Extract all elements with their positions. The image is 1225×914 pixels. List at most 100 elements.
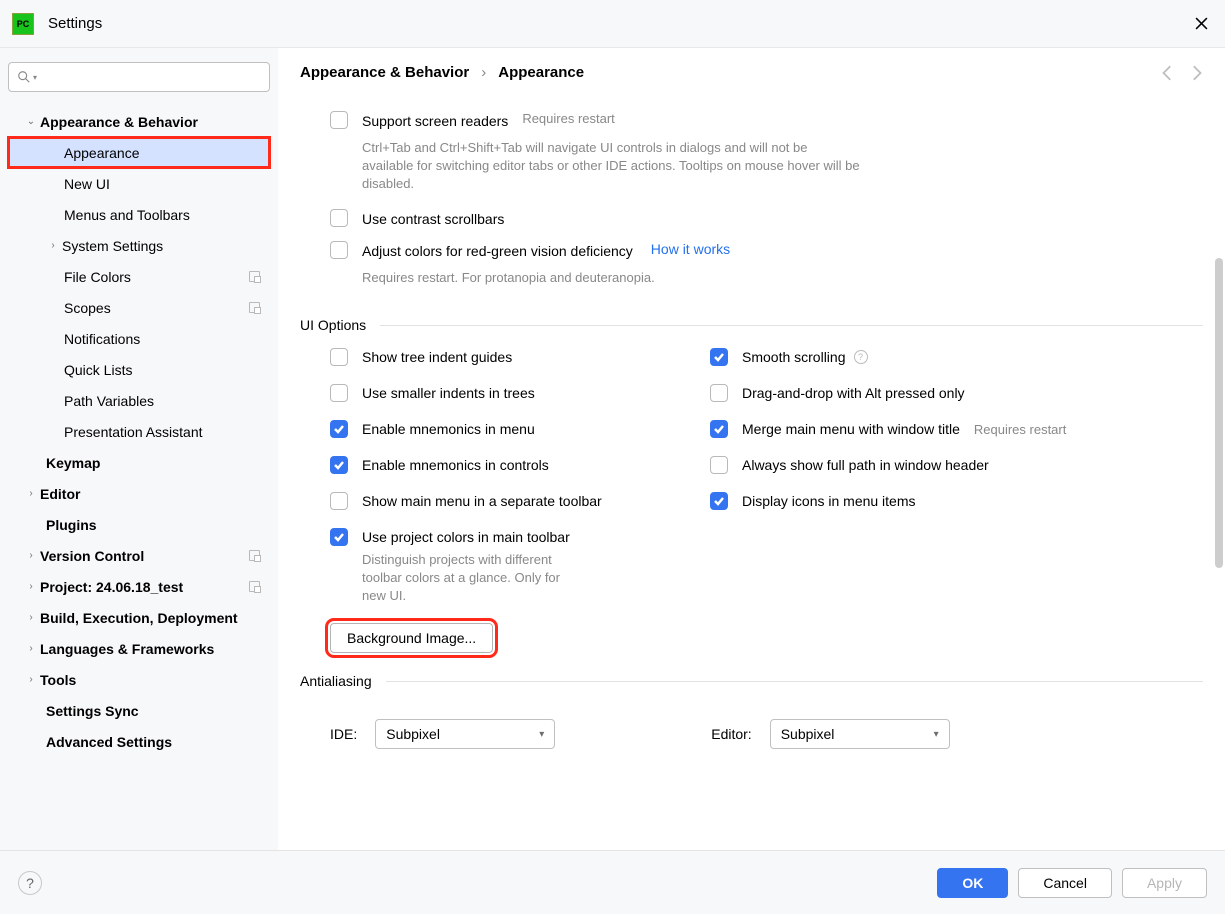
- ide-aa-select[interactable]: Subpixel ▾: [375, 719, 555, 749]
- dnd-alt-label: Drag-and-drop with Alt pressed only: [742, 383, 965, 403]
- sidebar-item-label: Settings Sync: [46, 703, 270, 719]
- sidebar-item[interactable]: ›Version Control: [8, 540, 270, 571]
- cancel-button[interactable]: Cancel: [1018, 868, 1112, 898]
- breadcrumb-group: Appearance & Behavior: [300, 64, 469, 81]
- chevron-right-icon: ›: [22, 674, 40, 685]
- contrast-scrollbars-checkbox[interactable]: [330, 209, 348, 227]
- help-button[interactable]: ?: [18, 871, 42, 895]
- editor-aa-select[interactable]: Subpixel ▾: [770, 719, 950, 749]
- sidebar-item[interactable]: Keymap: [8, 447, 270, 478]
- ide-aa-label: IDE:: [330, 726, 357, 742]
- titlebar: PC Settings: [0, 0, 1225, 48]
- sidebar-item[interactable]: ›Languages & Frameworks: [8, 633, 270, 664]
- module-badge-icon: [249, 581, 260, 592]
- main-menu-toolbar-label: Show main menu in a separate toolbar: [362, 491, 602, 511]
- merge-menu-label: Merge main menu with window title: [742, 419, 960, 439]
- sidebar-item-label: Advanced Settings: [46, 734, 270, 750]
- mnemonics-controls-label: Enable mnemonics in controls: [362, 455, 549, 475]
- sidebar-item[interactable]: ›System Settings: [8, 230, 270, 261]
- sidebar-item[interactable]: Quick Lists: [8, 354, 270, 385]
- app-icon: PC: [12, 13, 34, 35]
- tree-guides-checkbox[interactable]: [330, 348, 348, 366]
- sidebar-item-label: Languages & Frameworks: [40, 641, 270, 657]
- editor-aa-value: Subpixel: [781, 726, 835, 742]
- sidebar-item[interactable]: New UI: [8, 168, 270, 199]
- sidebar-item-label: Appearance: [64, 145, 270, 161]
- merge-menu-checkbox[interactable]: [710, 420, 728, 438]
- chevron-right-icon: ›: [481, 64, 486, 81]
- chevron-down-icon: ▾: [539, 729, 544, 740]
- icons-menu-checkbox[interactable]: [710, 492, 728, 510]
- antialiasing-title: Antialiasing: [300, 673, 372, 689]
- forward-icon[interactable]: [1187, 64, 1205, 82]
- smooth-scrolling-checkbox[interactable]: [710, 348, 728, 366]
- sidebar-item[interactable]: Notifications: [8, 323, 270, 354]
- chevron-right-icon: ›: [44, 240, 62, 251]
- search-icon: [17, 70, 31, 84]
- chevron-down-icon: ⌄: [22, 116, 40, 127]
- ok-button[interactable]: OK: [937, 868, 1008, 898]
- support-readers-checkbox[interactable]: [330, 111, 348, 129]
- sidebar-item[interactable]: ›Editor: [8, 478, 270, 509]
- info-icon[interactable]: ?: [854, 350, 868, 364]
- antialiasing-header: Antialiasing: [300, 673, 1203, 689]
- dnd-alt-checkbox[interactable]: [710, 384, 728, 402]
- sidebar-item-label: Keymap: [46, 455, 270, 471]
- module-badge-icon: [249, 271, 260, 282]
- scrollbar[interactable]: [1213, 48, 1225, 648]
- mnemonics-menu-label: Enable mnemonics in menu: [362, 419, 535, 439]
- sidebar-item-label: Project: 24.06.18_test: [40, 579, 249, 595]
- scrollbar-thumb[interactable]: [1215, 258, 1223, 568]
- support-readers-label: Support screen readers: [362, 111, 508, 131]
- settings-tree: ⌄Appearance & Behavior Appearance New UIMe…: [8, 106, 270, 757]
- sidebar-item[interactable]: ›Build, Execution, Deployment: [8, 602, 270, 633]
- smaller-indents-checkbox[interactable]: [330, 384, 348, 402]
- chevron-down-icon: ▾: [33, 73, 37, 82]
- content: Appearance & Behavior › Appearance Suppo…: [278, 48, 1225, 850]
- close-icon[interactable]: [1189, 12, 1213, 36]
- sidebar-item[interactable]: ›Tools: [8, 664, 270, 695]
- color-deficiency-checkbox[interactable]: [330, 241, 348, 259]
- chevron-right-icon: ›: [22, 488, 40, 499]
- project-colors-desc: Distinguish projects with different tool…: [330, 547, 570, 605]
- mnemonics-controls-checkbox[interactable]: [330, 456, 348, 474]
- tree-guides-label: Show tree indent guides: [362, 347, 512, 367]
- sidebar-item-label: Build, Execution, Deployment: [40, 610, 270, 626]
- chevron-right-icon: ›: [22, 643, 40, 654]
- how-it-works-link[interactable]: How it works: [651, 241, 730, 257]
- ide-aa-value: Subpixel: [386, 726, 440, 742]
- module-badge-icon: [249, 302, 260, 313]
- main-menu-toolbar-checkbox[interactable]: [330, 492, 348, 510]
- sidebar-item-label: Scopes: [64, 300, 249, 316]
- sidebar-item[interactable]: Presentation Assistant: [8, 416, 270, 447]
- mnemonics-menu-checkbox[interactable]: [330, 420, 348, 438]
- sidebar-item[interactable]: Menus and Toolbars: [8, 199, 270, 230]
- sidebar-item[interactable]: Path Variables: [8, 385, 270, 416]
- window-title: Settings: [48, 15, 102, 32]
- background-image-button[interactable]: Background Image...: [330, 623, 493, 653]
- sidebar-item-label: System Settings: [62, 238, 270, 254]
- support-readers-desc: Ctrl+Tab and Ctrl+Shift+Tab will navigat…: [300, 137, 860, 203]
- full-path-checkbox[interactable]: [710, 456, 728, 474]
- sidebar-item[interactable]: Advanced Settings: [8, 726, 270, 757]
- sidebar-item-label: Version Control: [40, 548, 249, 564]
- search-input[interactable]: ▾: [8, 62, 270, 92]
- divider: [386, 681, 1203, 682]
- sidebar-item[interactable]: File Colors: [8, 261, 270, 292]
- sidebar-item-label: Plugins: [46, 517, 270, 533]
- sidebar-item-label: Path Variables: [64, 393, 270, 409]
- sidebar-item[interactable]: Scopes: [8, 292, 270, 323]
- sidebar-item[interactable]: ⌄Appearance & Behavior: [8, 106, 270, 137]
- sidebar-item-label: File Colors: [64, 269, 249, 285]
- sidebar-item[interactable]: Appearance: [8, 137, 270, 168]
- sidebar-item[interactable]: ›Project: 24.06.18_test: [8, 571, 270, 602]
- module-badge-icon: [249, 550, 260, 561]
- sidebar-item-label: Notifications: [64, 331, 270, 347]
- merge-menu-hint: Requires restart: [974, 422, 1066, 437]
- apply-button[interactable]: Apply: [1122, 868, 1207, 898]
- project-colors-checkbox[interactable]: [330, 528, 348, 546]
- sidebar-item[interactable]: Plugins: [8, 509, 270, 540]
- sidebar-item[interactable]: Settings Sync: [8, 695, 270, 726]
- back-icon[interactable]: [1159, 64, 1177, 82]
- project-colors-label: Use project colors in main toolbar: [362, 527, 570, 547]
